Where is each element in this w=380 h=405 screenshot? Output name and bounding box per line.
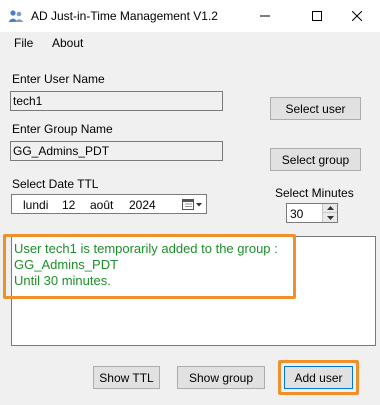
- date-year: 2024: [129, 198, 156, 212]
- minimize-button[interactable]: [242, 0, 288, 32]
- stepper-up-button[interactable]: [323, 204, 337, 213]
- output-line-1: User tech1 is temporarily added to the g…: [14, 241, 278, 256]
- group-name-label: Enter Group Name: [12, 122, 113, 136]
- date-day: 12: [62, 198, 76, 212]
- maximize-icon: [312, 11, 322, 21]
- user-name-label: Enter User Name: [12, 72, 105, 86]
- window-title: AD Just-in-Time Management V1.2: [31, 9, 218, 23]
- menu-bar: File About: [0, 32, 380, 54]
- minutes-value[interactable]: 30: [290, 207, 303, 221]
- triangle-up-icon: [326, 206, 334, 210]
- app-window: AD Just-in-Time Management V1.2 File Abo…: [0, 0, 380, 405]
- calendar-dropdown-icon[interactable]: [182, 198, 204, 211]
- date-month: août: [90, 198, 114, 212]
- select-group-button[interactable]: Select group: [270, 148, 361, 171]
- output-line-2: GG_Admins_PDT: [14, 257, 119, 272]
- minimize-icon: [260, 15, 270, 17]
- menu-item-about[interactable]: About: [52, 36, 83, 50]
- show-group-button[interactable]: Show group: [177, 366, 265, 389]
- triangle-down-icon: [326, 215, 334, 220]
- output-line-3: Until 30 minutes.: [14, 273, 111, 288]
- date-picker[interactable]: lundi 12 août 2024: [11, 194, 207, 214]
- close-button[interactable]: [334, 0, 380, 32]
- minutes-stepper-buttons: [322, 204, 337, 222]
- select-user-button[interactable]: Select user: [270, 97, 361, 120]
- users-icon: [8, 10, 24, 22]
- minutes-stepper[interactable]: 30: [286, 203, 338, 223]
- add-user-button[interactable]: Add user: [284, 366, 353, 389]
- close-icon: [352, 11, 362, 21]
- show-ttl-button[interactable]: Show TTL: [93, 366, 160, 389]
- group-name-field[interactable]: GG_Admins_PDT: [10, 141, 223, 161]
- minutes-label: Select Minutes: [275, 186, 354, 200]
- user-name-field[interactable]: tech1: [10, 91, 223, 111]
- title-bar[interactable]: AD Just-in-Time Management V1.2: [0, 0, 380, 32]
- menu-item-file[interactable]: File: [14, 36, 33, 50]
- date-ttl-label: Select Date TTL: [12, 177, 99, 191]
- stepper-down-button[interactable]: [323, 213, 337, 222]
- date-day-name: lundi: [23, 198, 49, 212]
- output-log[interactable]: User tech1 is temporarily added to the g…: [11, 236, 376, 346]
